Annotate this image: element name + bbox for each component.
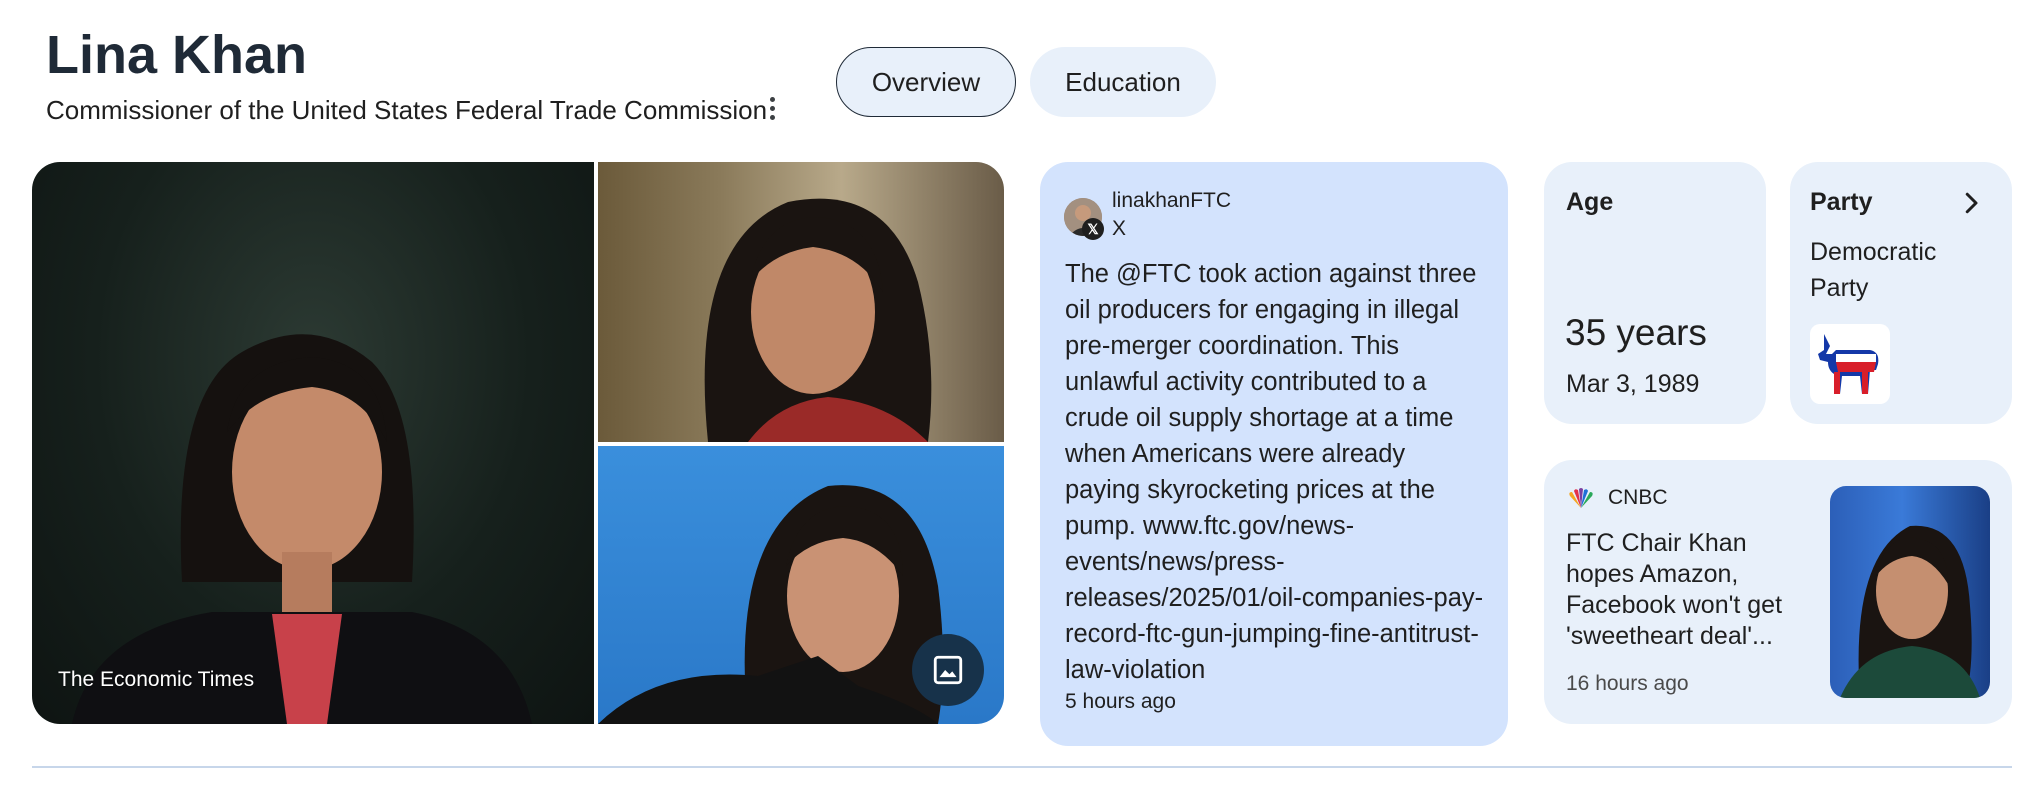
party-value: Democratic Party xyxy=(1810,238,1937,302)
section-divider xyxy=(32,766,2012,768)
tab-education[interactable]: Education xyxy=(1030,47,1216,117)
main-photo-caption: The Economic Times xyxy=(58,668,255,691)
tab-overview[interactable]: Overview xyxy=(836,47,1016,117)
image-gallery-icon xyxy=(933,655,963,685)
open-gallery-button[interactable] xyxy=(912,634,984,706)
photo-top-right[interactable] xyxy=(598,162,1004,442)
x-logo-icon: 𝕏 xyxy=(1082,218,1104,240)
post-author-handle[interactable]: linakhanFTC xyxy=(1112,188,1231,214)
more-options-button[interactable] xyxy=(758,88,786,128)
cnbc-peacock-icon xyxy=(1566,488,1596,510)
more-vert-icon xyxy=(769,96,775,102)
portrait-illustration xyxy=(704,198,932,442)
birth-date: Mar 3, 1989 xyxy=(1566,370,1700,398)
main-photo[interactable] xyxy=(32,162,594,724)
page-title: Lina Khan xyxy=(46,25,308,85)
page-subtitle: Commissioner of the United States Federa… xyxy=(46,95,768,125)
news-headline[interactable]: FTC Chair Khan hopes Amazon, Facebook wo… xyxy=(1566,528,1806,652)
news-thumbnail[interactable] xyxy=(1830,486,1990,698)
post-text: The @FTC took action against three oil p… xyxy=(1065,260,1484,684)
portrait-illustration xyxy=(72,334,532,724)
post-platform: X xyxy=(1112,217,1127,240)
news-timestamp: 16 hours ago xyxy=(1566,672,1689,695)
age-label: Age xyxy=(1566,188,1614,216)
chevron-right-icon[interactable] xyxy=(1956,188,1986,218)
news-source: CNBC xyxy=(1608,486,1668,509)
post-timestamp: 5 hours ago xyxy=(1065,690,1176,713)
age-value: 35 years xyxy=(1565,312,1707,353)
party-label: Party xyxy=(1810,188,1873,216)
democratic-donkey-icon xyxy=(1810,324,1890,404)
